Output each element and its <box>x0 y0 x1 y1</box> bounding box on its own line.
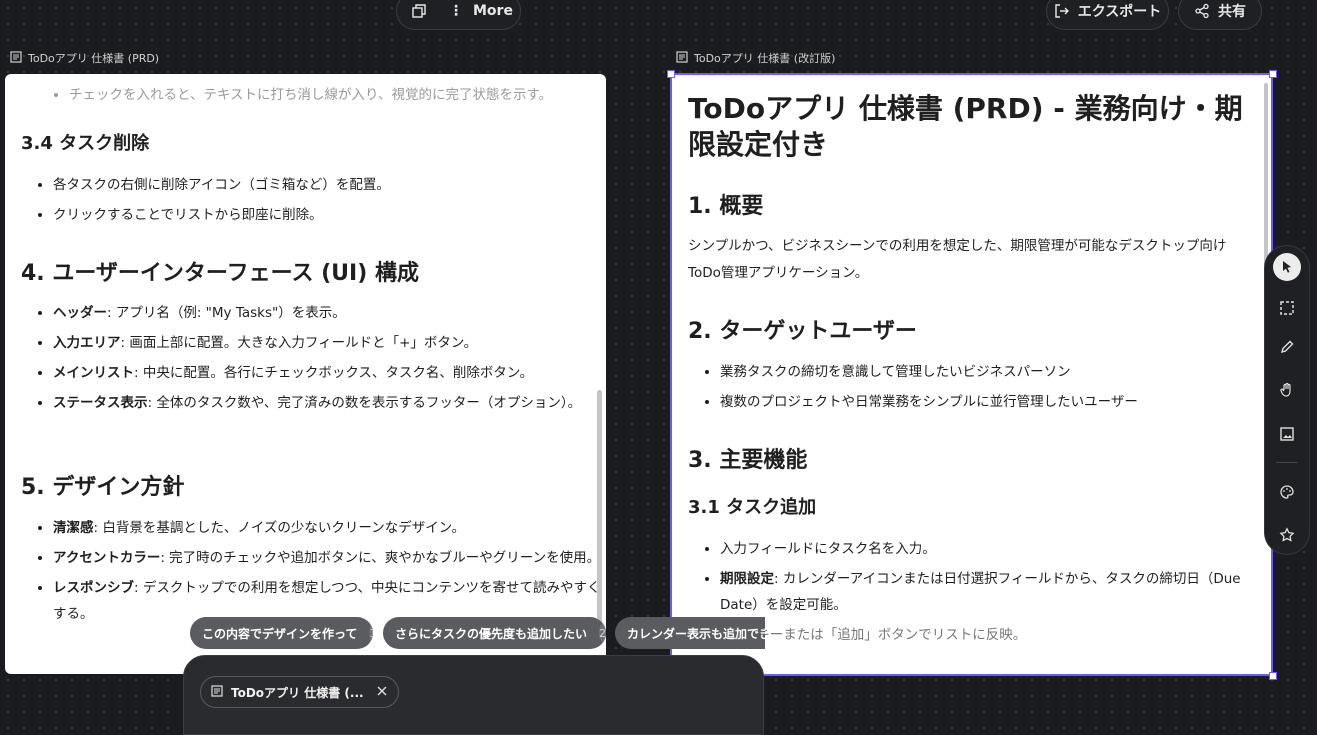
attachment-chip[interactable]: ToDoアプリ 仕様書 (... <box>200 676 399 708</box>
list-item: 清潔感: 白背景を基調とした、ノイズの少ないクリーンなデザイン。 <box>53 515 601 541</box>
suggestion-chip[interactable]: さらにタスクの優先度も追加したい 2 <box>383 617 606 649</box>
palette-icon[interactable] <box>1273 478 1301 506</box>
more-button[interactable]: ⋮ More <box>449 3 513 19</box>
right-document[interactable]: ToDoアプリ 仕様書 (PRD) - 業務向け・期限設定付き 1. 概要 シン… <box>670 73 1273 676</box>
share-label: 共有 <box>1218 4 1246 20</box>
more-vert-icon: ⋮ <box>449 3 463 19</box>
export-label: エクスポート <box>1077 4 1162 20</box>
top-controls: ⋮ More <box>396 0 521 30</box>
section-3-heading: 3. 主要機能 <box>688 448 808 473</box>
chat-input-panel: ToDoアプリ 仕様書 (... <box>183 655 764 735</box>
cursor-icon[interactable] <box>1273 253 1301 281</box>
tool-palette <box>1264 245 1310 555</box>
scrollbar[interactable] <box>597 390 602 630</box>
list-item: 各タスクの右側に削除アイコン（ゴミ箱など）を配置。 <box>53 172 606 198</box>
overview-text: シンプルかつ、ビジネスシーンでの利用を想定した、期限管理が可能なデスクトップ向け… <box>688 238 1227 281</box>
faded-list-item: チェックを入れると、テキストに打ち消し線が入り、視覚的に完了状態を示す。 <box>69 82 606 108</box>
attachment-label: ToDoアプリ 仕様書 (... <box>231 685 364 700</box>
share-button[interactable]: 共有 <box>1178 0 1262 30</box>
divider <box>1276 462 1298 463</box>
hand-icon[interactable] <box>1273 376 1301 404</box>
section-3-1-heading: 3.1 タスク追加 <box>688 497 817 518</box>
section-2-heading: 2. ターゲットユーザー <box>688 319 917 344</box>
export-button[interactable]: エクスポート <box>1046 0 1169 30</box>
suggestion-chip[interactable]: カレンダー表示も追加できる <box>615 617 765 649</box>
list-item: 期限設定: カレンダーアイコンまたは日付選択フィールドから、タスクの締切日（Du… <box>720 566 1260 618</box>
list-item: クリックすることでリストから即座に削除。 <box>53 202 606 228</box>
document-icon <box>10 50 22 66</box>
resize-handle[interactable] <box>667 70 675 78</box>
left-document[interactable]: チェックを入れると、テキストに打ち消し線が入り、視覚的に完了状態を示す。 3.4… <box>5 74 606 674</box>
resize-handle[interactable] <box>1269 672 1277 680</box>
star-icon[interactable] <box>1273 521 1301 549</box>
image-icon[interactable] <box>1273 420 1301 448</box>
select-area-icon[interactable] <box>1273 294 1301 322</box>
list-item: ヘッダー: アプリ名（例: "My Tasks"）を表示。 <box>53 300 601 326</box>
right-frame-title[interactable]: ToDoアプリ 仕様書 (改訂版) <box>676 50 835 66</box>
section-4-heading: 4. ユーザーインターフェース (UI) 構成 <box>21 261 419 286</box>
list-item: ステータス表示: 全体のタスク数や、完了済みの数を表示するフッター（オプション）… <box>53 390 601 416</box>
pencil-icon[interactable] <box>1273 333 1301 361</box>
document-icon <box>211 684 223 700</box>
list-item: 入力エリア: 画面上部に配置。大きな入力フィールドと「+」ボタン。 <box>53 330 601 356</box>
list-item: メインリスト: 中央に配置。各行にチェックボックス、タスク名、削除ボタン。 <box>53 360 601 386</box>
document-icon <box>676 50 688 66</box>
list-item: Enterキーまたは「追加」ボタンでリストに反映。 <box>720 622 1260 648</box>
section-3-4-heading: 3.4 タスク削除 <box>21 133 150 154</box>
suggestion-chip[interactable]: この内容でデザインを作って 1 <box>190 617 373 649</box>
section-1-heading: 1. 概要 <box>688 194 764 219</box>
list-item: 業務タスクの締切を意識して管理したいビジネスパーソン <box>720 359 1268 385</box>
list-item: 入力フィールドにタスク名を入力。 <box>720 536 1260 562</box>
export-icon <box>1054 3 1070 19</box>
close-icon[interactable] <box>376 685 388 700</box>
document-title: ToDoアプリ 仕様書 (PRD) - 業務向け・期限設定付き <box>688 92 1243 161</box>
section-5-heading: 5. デザイン方針 <box>21 475 185 500</box>
left-frame-title[interactable]: ToDoアプリ 仕様書 (PRD) <box>10 50 159 66</box>
copy-icon[interactable] <box>411 3 427 19</box>
share-icon <box>1194 3 1210 19</box>
resize-handle[interactable] <box>1269 70 1277 78</box>
list-item: アクセントカラー: 完了時のチェックや追加ボタンに、爽やかなブルーやグリーンを使… <box>53 545 601 571</box>
list-item: 複数のプロジェクトや日常業務をシンプルに並行管理したいユーザー <box>720 389 1268 415</box>
